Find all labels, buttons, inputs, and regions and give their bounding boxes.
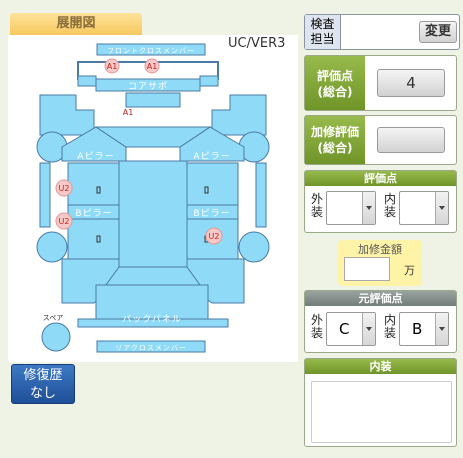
- score-button[interactable]: 4: [377, 69, 445, 97]
- part-trunk: [105, 266, 201, 286]
- part-right-rear-wheel: [238, 231, 270, 263]
- part-front-right-mount: [199, 75, 219, 87]
- repair-score-button[interactable]: [377, 127, 445, 153]
- repair-amount-unit: 万: [404, 264, 415, 277]
- score-label-line2: (総合): [317, 85, 353, 99]
- original-interior-label-line2: 装: [384, 326, 397, 340]
- mark-u2-left-lower-text: U2: [59, 217, 70, 226]
- car-diagram: フロントクロスメンバー コアサポ Aピラー Aピラー Bピラー Bピラー スペア…: [8, 35, 298, 362]
- repair-score-label-line2: (総合): [317, 141, 353, 155]
- label-a-pillar-right: Aピラー: [193, 151, 230, 162]
- repair-amount-label: 加修金額: [358, 243, 402, 256]
- score-panel: 評価点 (総合) 4: [304, 55, 457, 111]
- part-spare-wheel: [41, 322, 71, 352]
- original-interior-select[interactable]: B: [399, 312, 449, 346]
- rating-interior-label-line2: 装: [384, 205, 397, 219]
- repair-history-button[interactable]: 修復歴 なし: [11, 364, 75, 404]
- part-core-support-lower: [125, 92, 181, 108]
- inspector-label: 検査 担当: [305, 15, 341, 49]
- label-spare: スペア: [43, 314, 64, 322]
- repair-score-panel: 加修評価 (総合): [304, 115, 457, 165]
- version-label: UC/VER3: [228, 36, 286, 51]
- part-left-sill: [39, 162, 51, 228]
- part-back-panel: [95, 284, 209, 320]
- repair-amount-input[interactable]: [344, 257, 390, 281]
- score-label-line1: 評価点: [316, 69, 353, 83]
- car-frame-diagram: フロントクロスメンバー コアサポ Aピラー Aピラー Bピラー Bピラー スペア…: [36, 43, 270, 353]
- rating-header: 評価点: [305, 171, 456, 186]
- label-b-pillar-left: Bピラー: [75, 208, 112, 219]
- part-right-front-door: [186, 162, 239, 212]
- label-a-pillar-left: Aピラー: [77, 151, 114, 162]
- label-core-support: コアサポ: [128, 81, 168, 92]
- label-back-panel: バックパネル: [122, 314, 182, 325]
- rating-exterior-select[interactable]: [326, 191, 376, 225]
- repair-history-value: なし: [29, 386, 56, 401]
- chevron-down-icon: [435, 313, 448, 345]
- mark-a1-core-text: A1: [123, 108, 134, 117]
- original-rating-header: 元評価点: [305, 291, 456, 306]
- repair-score-label: 加修評価 (総合): [305, 116, 365, 164]
- part-left-front-apron: [39, 94, 95, 136]
- original-rating-panel: 元評価点 外 装 C 内 装 B: [304, 290, 457, 353]
- part-right-front-apron: [211, 94, 267, 136]
- repair-score-label-line1: 加修評価: [310, 125, 359, 139]
- rating-exterior-label-line2: 装: [311, 205, 324, 219]
- part-left-front-door: [67, 162, 120, 212]
- original-exterior-label: 外 装: [311, 314, 323, 340]
- part-left-rear-wheel: [36, 231, 68, 263]
- mark-u2-right-lower-text: U2: [209, 232, 220, 241]
- part-front-left-mount: [77, 75, 97, 87]
- rating-interior-select[interactable]: [399, 191, 449, 225]
- original-interior-label: 内 装: [384, 314, 396, 340]
- original-exterior-select[interactable]: C: [326, 312, 376, 346]
- repair-amount-box: 加修金額 万: [338, 240, 422, 286]
- mark-a1-front-right-text: A1: [147, 62, 158, 71]
- chevron-down-icon: [362, 192, 375, 224]
- chevron-down-icon: [435, 192, 448, 224]
- inspector-panel: 検査 担当 変更: [304, 14, 460, 50]
- repair-history-label: 修復歴: [23, 368, 63, 383]
- interior-notes-textarea[interactable]: [311, 381, 452, 443]
- label-front-cross-member: フロントクロスメンバー: [107, 47, 195, 55]
- rating-panel: 評価点 外 装 内 装: [304, 170, 457, 233]
- inspector-label-line1: 検査: [310, 17, 335, 31]
- diagram-tab[interactable]: 展開図: [10, 13, 142, 35]
- original-interior-value: B: [412, 320, 423, 338]
- label-b-pillar-right: Bピラー: [193, 208, 230, 219]
- rating-exterior-label: 外 装: [311, 193, 323, 219]
- interior-notes-header: 内装: [305, 359, 456, 374]
- original-exterior-label-line2: 装: [311, 326, 324, 340]
- change-inspector-button[interactable]: 変更: [419, 21, 457, 43]
- interior-notes-panel: 内装: [304, 358, 457, 447]
- mark-a1-front-left-text: A1: [107, 62, 118, 71]
- score-label: 評価点 (総合): [305, 56, 365, 110]
- mark-u2-left-upper-text: U2: [59, 184, 70, 193]
- part-right-sill: [255, 162, 267, 228]
- part-roof: [118, 160, 188, 268]
- chevron-down-icon: [362, 313, 375, 345]
- label-rear-cross-member: リアクロスメンバー: [115, 344, 187, 352]
- original-exterior-value: C: [339, 320, 350, 338]
- part-left-rear-door: [67, 218, 120, 260]
- inspector-label-line2: 担当: [310, 32, 335, 46]
- rating-interior-label: 内 装: [384, 193, 396, 219]
